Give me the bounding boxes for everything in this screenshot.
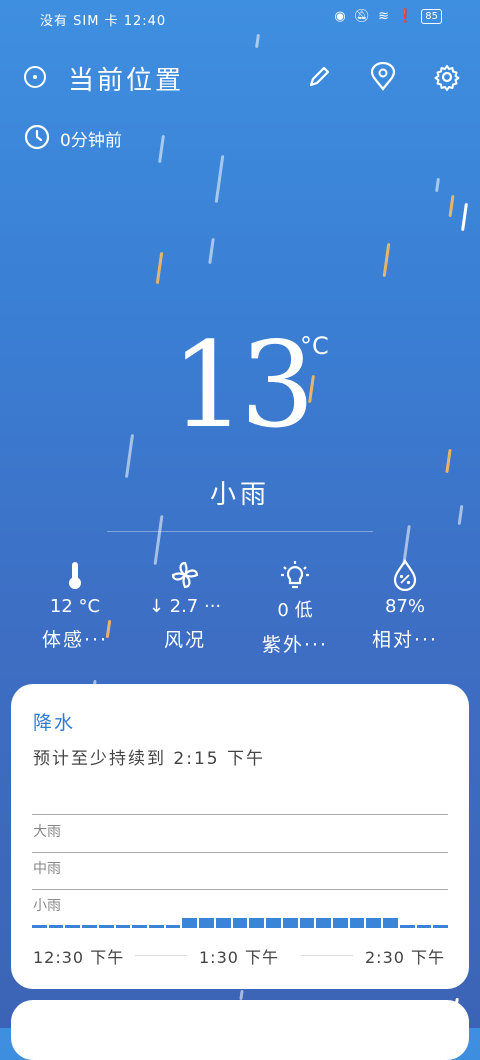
metric-wind[interactable]: ↓ 2.7 ··· 风况 xyxy=(130,558,240,657)
precipitation-bar xyxy=(282,918,298,928)
card-subtitle: 预计至少持续到 2:15 下午 xyxy=(33,749,265,769)
metric-value: ↓ 2.7 ··· xyxy=(148,596,222,617)
next-card[interactable] xyxy=(11,1000,469,1060)
current-temperature: 13 xyxy=(170,316,315,454)
mute-icon: 🔕︎ xyxy=(353,9,371,24)
settings-button[interactable] xyxy=(432,62,462,92)
metric-label: 风况 xyxy=(163,629,206,651)
precipitation-bar xyxy=(215,918,231,928)
precipitation-bar xyxy=(182,918,198,928)
time-label-mid: 1:30 下午 xyxy=(199,948,280,967)
time-divider xyxy=(301,955,353,956)
metric-label: 体感··· xyxy=(41,629,109,651)
humidity-drop-icon xyxy=(350,558,460,592)
grid-line xyxy=(32,814,448,815)
status-bar-text: 没有 SIM 卡 12:40 xyxy=(40,14,167,29)
wifi-icon: ≋ xyxy=(378,9,390,24)
metric-humidity[interactable]: 87% 相对··· xyxy=(350,558,460,657)
precipitation-bar xyxy=(332,918,348,928)
precipitation-bar xyxy=(433,925,448,928)
thermometer-icon xyxy=(20,558,130,592)
level-label-moderate: 中雨 xyxy=(33,861,61,877)
precipitation-bars xyxy=(32,918,448,928)
precipitation-bar xyxy=(115,925,131,928)
metric-label: 相对··· xyxy=(371,629,439,651)
level-label-light: 小雨 xyxy=(33,898,61,914)
precipitation-bar xyxy=(366,918,382,928)
location-title[interactable]: 当前位置 xyxy=(68,60,184,97)
precipitation-bar xyxy=(199,918,214,928)
precipitation-bar xyxy=(82,925,97,928)
time-label-start: 12:30 下午 xyxy=(33,948,125,967)
gear-icon xyxy=(434,65,460,91)
uv-sun-icon xyxy=(240,558,350,592)
time-label-end: 2:30 下午 xyxy=(365,948,446,967)
metric-value: 12 °C xyxy=(49,596,101,617)
precipitation-bar xyxy=(383,918,398,928)
precipitation-bar xyxy=(165,925,181,928)
status-bar-icons: ◉ 🔕︎ ≋ ❗ 85 xyxy=(334,9,442,24)
eye-icon: ◉ xyxy=(334,9,346,24)
precipitation-bar xyxy=(299,918,315,928)
edit-button[interactable] xyxy=(304,62,334,92)
precipitation-bar xyxy=(98,925,114,928)
time-divider xyxy=(135,955,187,956)
precipitation-bar xyxy=(266,918,281,928)
metric-value: 87% xyxy=(384,596,425,617)
alert-icon: ❗ xyxy=(397,9,414,24)
metric-label: 紫外··· xyxy=(261,634,329,656)
precipitation-bar xyxy=(316,918,331,928)
map-pin-icon xyxy=(370,62,396,91)
weather-metrics: 12 °C 体感··· ↓ 2.7 ··· 风况 0 低 紫外··· 87% 相… xyxy=(20,558,460,657)
metric-uv[interactable]: 0 低 紫外··· xyxy=(240,558,350,657)
precipitation-bar xyxy=(399,925,415,928)
location-icon xyxy=(24,66,46,88)
divider xyxy=(107,531,373,532)
metric-value: 0 低 xyxy=(277,600,313,621)
card-title: 降水 xyxy=(33,712,76,734)
metric-feels-like[interactable]: 12 °C 体感··· xyxy=(20,558,130,657)
clock-icon xyxy=(24,124,50,150)
grid-line xyxy=(32,889,448,890)
wind-icon xyxy=(130,558,240,592)
precipitation-card[interactable]: 降水 预计至少持续到 2:15 下午 大雨 中雨 小雨 12:30 下午 1:3… xyxy=(11,684,469,989)
precipitation-bar xyxy=(48,925,64,928)
precipitation-bar xyxy=(232,918,248,928)
precipitation-bar xyxy=(32,925,47,928)
battery-icon: 85 xyxy=(421,9,442,24)
temperature-unit: °C xyxy=(300,332,329,360)
precipitation-bar xyxy=(149,925,164,928)
precipitation-bar xyxy=(249,918,265,928)
precipitation-bar xyxy=(416,925,432,928)
precipitation-bar xyxy=(65,925,81,928)
locations-button[interactable] xyxy=(368,62,398,92)
precipitation-bar xyxy=(349,918,365,928)
grid-line xyxy=(32,852,448,853)
last-updated: 0分钟前 xyxy=(60,131,122,151)
weather-condition: 小雨 xyxy=(209,480,270,510)
level-label-heavy: 大雨 xyxy=(33,824,61,840)
precipitation-bar xyxy=(132,925,148,928)
pencil-icon xyxy=(309,66,330,87)
